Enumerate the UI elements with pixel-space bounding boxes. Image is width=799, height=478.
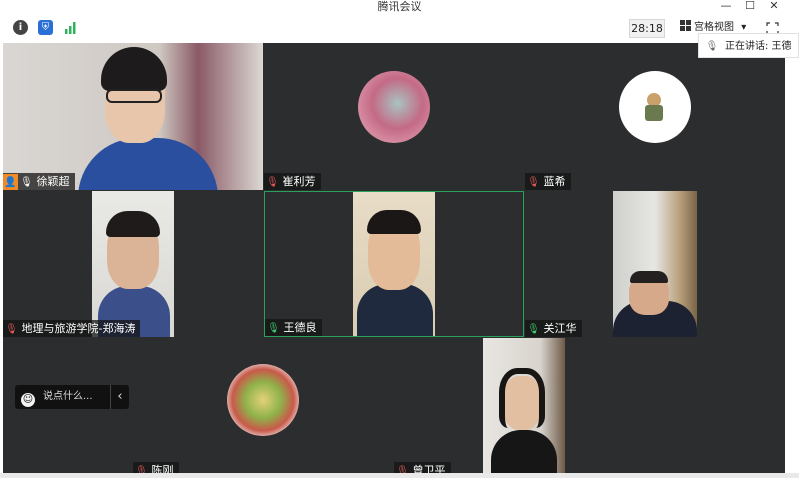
close-button[interactable]: ✕ bbox=[764, 0, 784, 13]
participant-tile[interactable]: 🎙 蓝希 bbox=[525, 43, 785, 190]
participant-name: 崔利芳 bbox=[282, 175, 316, 188]
participant-label: 👤 🎙 徐颖超 bbox=[3, 173, 75, 190]
participant-tile[interactable]: 🎙 陈刚 bbox=[133, 338, 393, 473]
participant-label: 🎙 陈刚 bbox=[133, 462, 179, 473]
view-mode-label: 宫格视图 bbox=[694, 22, 734, 33]
mic-muted-icon: 🎙 bbox=[135, 466, 148, 473]
participant-name: 陈刚 bbox=[151, 464, 174, 473]
participant-avatar bbox=[227, 364, 299, 436]
participant-tile[interactable]: 👤 🎙 徐颖超 bbox=[3, 43, 263, 190]
participant-tile[interactable]: 🎙 曾卫平 bbox=[394, 338, 654, 473]
participant-video bbox=[353, 192, 435, 336]
mic-icon: 🎙 bbox=[20, 177, 33, 188]
signal-icon[interactable] bbox=[63, 20, 78, 35]
participant-label: 🎙 蓝希 bbox=[525, 173, 571, 190]
window-title: 腾讯会议 bbox=[377, 0, 422, 13]
participant-label: 🎙 关江华 bbox=[525, 320, 582, 337]
participant-avatar bbox=[619, 71, 691, 143]
meeting-timer: 28:18 bbox=[629, 19, 665, 38]
fullscreen-icon[interactable] bbox=[766, 20, 779, 35]
minimize-button[interactable]: — bbox=[716, 0, 736, 13]
participant-tile[interactable]: 🎙 崔利芳 bbox=[264, 43, 524, 190]
chevron-down-icon: ▾ bbox=[741, 22, 747, 33]
mic-active-icon: 🎙 bbox=[527, 324, 540, 335]
shield-icon[interactable]: ⛨ bbox=[38, 20, 53, 35]
grid-view-icon bbox=[680, 20, 691, 31]
participant-video bbox=[483, 338, 565, 473]
mic-active-icon: 🎙 bbox=[267, 323, 280, 334]
participant-avatar bbox=[358, 71, 430, 143]
speaking-label: 正在讲话: 王德 bbox=[725, 41, 792, 52]
mic-muted-icon: 🎙 bbox=[396, 466, 409, 473]
participant-name: 关江华 bbox=[543, 322, 577, 335]
participant-name: 蓝希 bbox=[543, 175, 566, 188]
participant-label: 🎙 崔利芳 bbox=[264, 173, 321, 190]
info-icon[interactable]: i bbox=[13, 20, 28, 35]
mic-muted-icon: 🎙 bbox=[527, 177, 540, 188]
mic-icon: 🎙 bbox=[705, 41, 719, 52]
title-bar: 腾讯会议 — ☐ ✕ bbox=[0, 0, 799, 14]
bottom-bar bbox=[0, 473, 799, 478]
mic-muted-icon: 🎙 bbox=[5, 324, 18, 335]
participant-tile[interactable]: 🎙 关江华 bbox=[525, 191, 785, 337]
participant-name: 徐颖超 bbox=[36, 175, 70, 188]
participant-tile[interactable]: 🎙 地理与旅游学院-郑海涛 bbox=[3, 191, 263, 337]
emoji-icon[interactable]: ☺ bbox=[21, 393, 35, 407]
participant-tile-active[interactable]: 🎙 王德良 bbox=[264, 191, 524, 337]
participant-name: 王德良 bbox=[283, 321, 317, 334]
participant-video bbox=[92, 191, 174, 337]
participant-name: 地理与旅游学院-郑海涛 bbox=[21, 322, 136, 335]
participant-label: 🎙 曾卫平 bbox=[394, 462, 451, 473]
participant-video bbox=[3, 43, 263, 190]
host-icon: 👤 bbox=[3, 174, 18, 190]
participant-name: 曾卫平 bbox=[412, 464, 446, 473]
participant-label: 🎙 地理与旅游学院-郑海涛 bbox=[3, 320, 141, 337]
speaking-indicator: 🎙 正在讲话: 王德 bbox=[698, 33, 799, 58]
chat-input[interactable]: ☺ 说点什么... ‹ bbox=[15, 385, 129, 409]
maximize-button[interactable]: ☐ bbox=[740, 0, 760, 13]
chat-placeholder: 说点什么... bbox=[43, 391, 93, 402]
participant-label: 🎙 王德良 bbox=[265, 319, 322, 336]
mic-muted-icon: 🎙 bbox=[266, 177, 279, 188]
participant-video bbox=[613, 191, 697, 337]
collapse-chevron-icon[interactable]: ‹ bbox=[110, 385, 129, 409]
